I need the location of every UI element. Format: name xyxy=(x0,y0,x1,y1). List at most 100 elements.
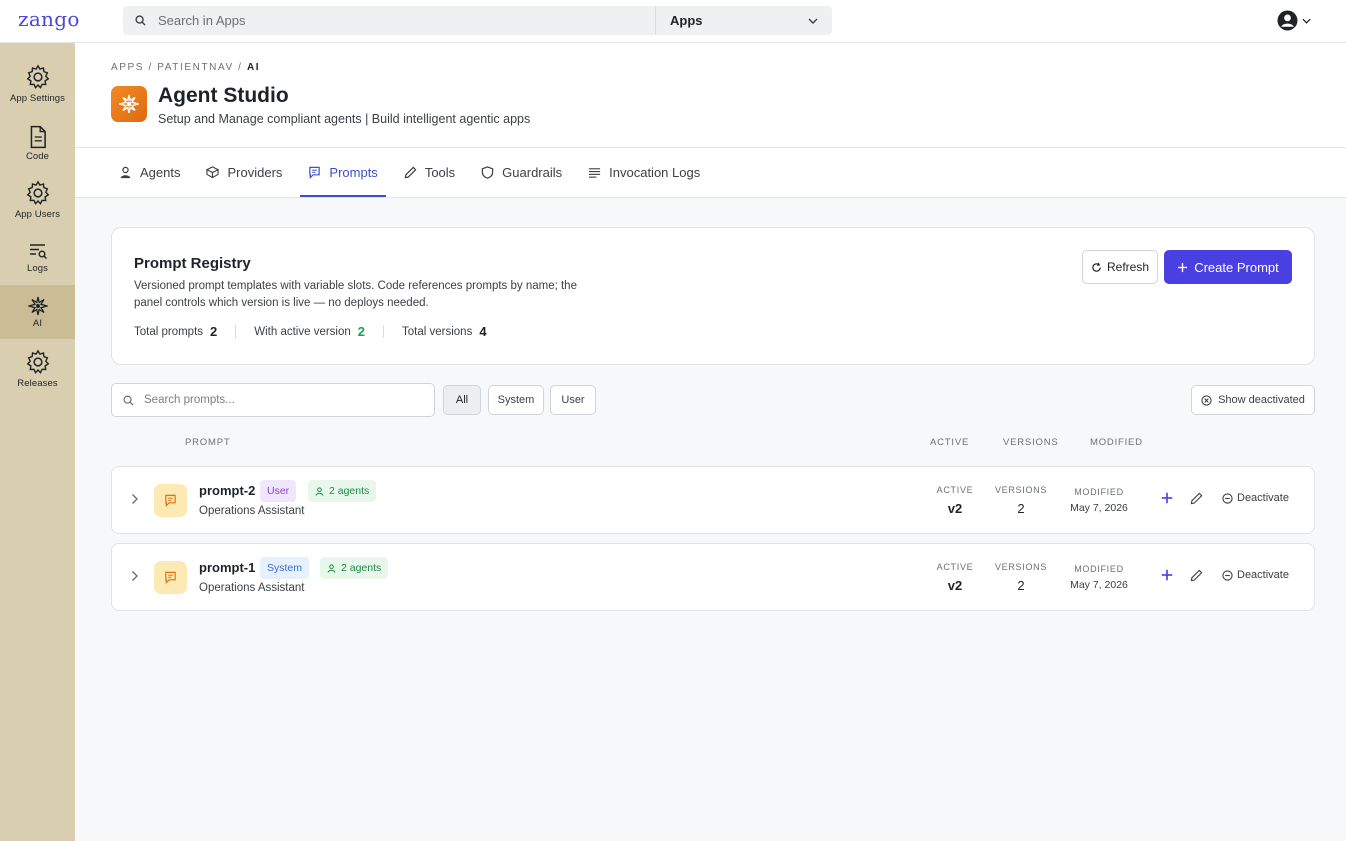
sparkle-icon xyxy=(119,94,139,114)
user-menu[interactable] xyxy=(1277,10,1311,31)
versions-count: 2 xyxy=(1017,501,1025,516)
pencil-icon xyxy=(404,166,417,179)
column-header-modified: MODIFIED xyxy=(1090,437,1143,448)
active-label: ACTIVE xyxy=(936,562,974,572)
top-bar: zango Apps xyxy=(0,0,1346,43)
agents-count: 2 agents xyxy=(329,485,370,497)
show-deactivated-button[interactable]: Show deactivated xyxy=(1191,385,1315,415)
registry-description: Versioned prompt templates with variable… xyxy=(134,280,577,309)
app-search-box[interactable] xyxy=(123,6,655,35)
tab-label: Providers xyxy=(227,165,283,180)
type-badge: User xyxy=(260,480,297,502)
x-circle-icon xyxy=(1201,394,1212,406)
modified-date: May 7, 2026 xyxy=(1070,579,1128,591)
registry-stats: Total prompts 2 With active version 2 To… xyxy=(134,324,487,339)
create-prompt-label: Create Prompt xyxy=(1194,259,1279,275)
minus-circle-icon xyxy=(1222,492,1233,504)
tab-guardrails[interactable]: Guardrails xyxy=(473,148,570,197)
edit-icon[interactable] xyxy=(1190,569,1203,582)
tab-tools[interactable]: Tools xyxy=(396,148,463,197)
modified-date: May 7, 2026 xyxy=(1070,502,1128,514)
deactivate-label: Deactivate xyxy=(1237,492,1289,504)
refresh-button[interactable]: Refresh xyxy=(1082,250,1158,284)
divider xyxy=(75,197,1346,198)
prompt-search-box[interactable] xyxy=(111,383,435,417)
deactivate-label: Deactivate xyxy=(1237,569,1289,581)
divider xyxy=(383,325,385,338)
tab-providers[interactable]: Providers xyxy=(198,148,290,197)
show-deactivated-label: Show deactivated xyxy=(1218,394,1305,406)
prompt-name[interactable]: prompt-1 xyxy=(199,560,255,575)
sidebar-item-ai[interactable]: AI xyxy=(0,285,75,339)
tab-label: Invocation Logs xyxy=(609,165,701,180)
table-row[interactable]: prompt-2 User 2 agents Operations Assist… xyxy=(111,466,1315,534)
filter-user-button[interactable]: User xyxy=(550,385,596,415)
sidebar-item-code[interactable]: Code xyxy=(0,125,75,162)
edit-icon[interactable] xyxy=(1190,492,1203,505)
type-badge: System xyxy=(260,557,310,579)
sidebar-item-label: Releases xyxy=(17,378,58,389)
filter-all-button[interactable]: All xyxy=(443,385,481,415)
breadcrumb-app[interactable]: PATIENTNAV xyxy=(157,62,234,73)
stat-total-prompts: Total prompts 2 xyxy=(134,324,217,339)
app-search-input[interactable] xyxy=(158,13,598,28)
search-icon xyxy=(123,395,134,406)
versions-label: VERSIONS xyxy=(994,485,1048,495)
agent-studio-icon xyxy=(111,86,147,122)
breadcrumb: APPS / PATIENTNAV / AI xyxy=(111,62,261,73)
page-subtitle: Setup and Manage compliant agents | Buil… xyxy=(158,112,531,126)
active-version: v2 xyxy=(947,501,963,516)
sidebar-item-label: AI xyxy=(32,317,43,329)
table-row[interactable]: prompt-1 System 2 agents Operations Assi… xyxy=(111,543,1315,611)
add-version-icon[interactable] xyxy=(1160,568,1174,582)
prompt-registry-card: Prompt Registry Versioned prompt templat… xyxy=(111,227,1315,365)
apps-dropdown[interactable]: Apps xyxy=(655,6,832,35)
filter-system-button[interactable]: System xyxy=(488,385,544,415)
prompt-name[interactable]: prompt-2 xyxy=(199,483,255,498)
stat-label: With active version xyxy=(254,325,351,338)
shield-icon xyxy=(481,166,494,179)
apps-dropdown-value: Apps xyxy=(670,13,703,28)
prompt-search-input[interactable] xyxy=(144,394,414,406)
refresh-label: Refresh xyxy=(1106,260,1150,274)
stat-value: 2 xyxy=(357,324,366,339)
deactivate-button[interactable]: Deactivate xyxy=(1222,569,1289,581)
versions-count: 2 xyxy=(1017,578,1025,593)
gear-icon xyxy=(26,180,49,205)
sidebar-item-logs[interactable]: Logs xyxy=(0,241,75,274)
tab-label: Guardrails xyxy=(502,165,563,180)
divider xyxy=(235,325,237,338)
search-icon xyxy=(135,15,146,26)
sidebar-item-label: Code xyxy=(25,151,50,162)
page-title: Agent Studio xyxy=(158,84,289,107)
breadcrumb-apps[interactable]: APPS xyxy=(111,62,144,73)
page-header: APPS / PATIENTNAV / AI Agent Studio Setu… xyxy=(75,43,1346,198)
column-header-prompt: PROMPT xyxy=(185,437,231,448)
versions-label: VERSIONS xyxy=(994,562,1048,572)
chevron-down-icon xyxy=(808,18,818,24)
user-icon xyxy=(327,563,336,573)
zango-logo[interactable]: zango xyxy=(18,7,80,31)
create-prompt-button[interactable]: Create Prompt xyxy=(1164,250,1292,284)
column-header-active: ACTIVE xyxy=(930,437,970,448)
sidebar-item-releases[interactable]: Releases xyxy=(0,348,75,389)
stat-total-versions: Total versions 4 xyxy=(402,324,487,339)
tab-prompts[interactable]: Prompts xyxy=(300,148,387,197)
prompt-icon xyxy=(154,484,187,517)
chevron-right-icon[interactable] xyxy=(130,493,139,505)
tab-agents[interactable]: Agents xyxy=(111,148,188,197)
sidebar-item-app-users[interactable]: App Users xyxy=(0,179,75,220)
active-version: v2 xyxy=(947,578,963,593)
deactivate-button[interactable]: Deactivate xyxy=(1222,492,1289,504)
user-icon xyxy=(315,486,324,496)
prompt-icon xyxy=(154,561,187,594)
sidebar-item-app-settings[interactable]: App Settings xyxy=(0,63,75,104)
sidebar-item-label: App Settings xyxy=(9,93,66,104)
chevron-right-icon[interactable] xyxy=(130,570,139,582)
avatar-icon xyxy=(1277,10,1298,31)
box-icon xyxy=(206,166,220,179)
stat-value: 4 xyxy=(479,324,487,339)
tab-invocation-logs[interactable]: Invocation Logs xyxy=(580,148,708,197)
stat-value: 2 xyxy=(210,324,218,339)
add-version-icon[interactable] xyxy=(1160,491,1174,505)
